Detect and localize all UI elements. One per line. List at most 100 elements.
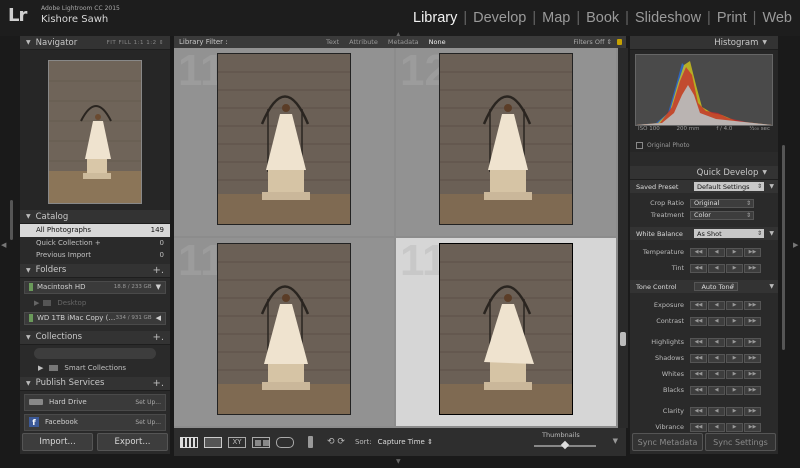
add-publish-service-icon[interactable]: +.	[152, 378, 164, 389]
crop-ratio-dropdown[interactable]: Original	[690, 198, 754, 208]
vibrance-stepper[interactable]: ◀◀ ◀ ▶ ▶▶	[690, 422, 762, 432]
thumbnail-size-slider[interactable]	[534, 440, 596, 450]
expand-icon[interactable]: ▶	[34, 299, 39, 307]
whites-stepper[interactable]: ◀◀ ◀ ▶ ▶▶	[690, 369, 762, 379]
expand-icon[interactable]: ▼	[156, 283, 161, 291]
saved-preset-dropdown[interactable]: Default Settings	[694, 182, 764, 191]
export-button[interactable]: Export...	[97, 433, 168, 451]
navigator-thumbnail[interactable]	[48, 60, 142, 204]
expand-icon[interactable]: ◀	[156, 314, 161, 322]
left-panel-toggle-icon[interactable]: ◀	[1, 241, 6, 249]
collection-smart-collections[interactable]: ▶ Smart Collections	[20, 362, 170, 374]
module-develop[interactable]: Develop	[471, 10, 528, 26]
sort-dropdown[interactable]: Capture Time ⇕	[378, 438, 433, 446]
module-web[interactable]: Web	[760, 10, 794, 26]
toolbar-options-icon[interactable]: ▼	[613, 437, 618, 445]
filter-text[interactable]: Text	[326, 38, 339, 46]
vibrance-label: Vibrance	[655, 423, 684, 431]
photo-thumbnail[interactable]	[217, 243, 351, 415]
module-map[interactable]: Map	[540, 10, 572, 26]
grid-cell[interactable]: 11	[174, 48, 394, 236]
spray-can-icon[interactable]	[308, 436, 313, 448]
navigator-zoom-options[interactable]: FIT FILL 1:1 1:2 ⇕	[107, 40, 164, 46]
catalog-item-previous-import[interactable]: Previous Import 0	[20, 249, 170, 262]
setup-link[interactable]: Set Up...	[135, 419, 161, 426]
lock-icon[interactable]	[617, 39, 622, 45]
catalog-item-count: 149	[150, 226, 164, 235]
catalog-header[interactable]: ▼ Catalog	[20, 210, 170, 224]
folders-header[interactable]: ▼ Folders +.	[20, 263, 170, 278]
tint-row: Tint ◀◀ ◀ ▶ ▶▶	[630, 262, 778, 274]
right-panel-scrollbar[interactable]	[782, 145, 785, 350]
collections-search-input[interactable]	[34, 347, 156, 359]
blacks-stepper[interactable]: ◀◀ ◀ ▶ ▶▶	[690, 385, 762, 395]
folder-drive-macintosh-hd[interactable]: Macintosh HD 18.8 / 233 GB ▼	[24, 280, 166, 294]
quick-develop-header[interactable]: Quick Develop ▼	[630, 166, 778, 180]
publish-facebook[interactable]: f Facebook Set Up...	[24, 413, 166, 431]
left-panel-edge[interactable]: ◀	[0, 36, 8, 454]
filter-metadata[interactable]: Metadata	[388, 38, 419, 46]
highlights-stepper[interactable]: ◀◀ ◀ ▶ ▶▶	[690, 337, 762, 347]
add-collection-icon[interactable]: +.	[152, 332, 164, 343]
filmstrip-toggle-icon[interactable]: ▼	[396, 458, 401, 465]
catalog-item-all-photographs[interactable]: All Photographs 149	[20, 224, 170, 237]
rotate-icon[interactable]: ⟲ ⟳	[327, 437, 345, 447]
clarity-stepper[interactable]: ◀◀ ◀ ▶ ▶▶	[690, 406, 762, 416]
left-panel-scrollbar[interactable]	[10, 200, 13, 240]
sync-settings-button[interactable]: Sync Settings	[705, 433, 776, 451]
folder-drive-wd[interactable]: WD 1TB iMac Copy (… 334 / 931 GB ◀	[24, 311, 166, 325]
filter-attribute[interactable]: Attribute	[349, 38, 378, 46]
collapse-icon[interactable]: ▼	[769, 230, 774, 237]
treatment-dropdown[interactable]: Color	[690, 210, 754, 220]
shadows-stepper[interactable]: ◀◀ ◀ ▶ ▶▶	[690, 353, 762, 363]
temperature-stepper[interactable]: ◀◀ ◀ ▶ ▶▶	[690, 247, 762, 257]
navigator-header[interactable]: ▼ Navigator FIT FILL 1:1 1:2 ⇕	[20, 36, 170, 50]
module-library[interactable]: Library	[411, 10, 459, 26]
original-photo-checkbox[interactable]	[636, 142, 643, 149]
grid-scrollbar[interactable]	[618, 48, 628, 428]
grid-view-icon[interactable]	[180, 436, 198, 448]
people-view-icon[interactable]	[276, 436, 294, 448]
setup-link[interactable]: Set Up...	[135, 399, 161, 406]
publish-hard-drive[interactable]: Hard Drive Set Up...	[24, 393, 166, 411]
exposure-stepper[interactable]: ◀◀ ◀ ▶ ▶▶	[690, 300, 762, 310]
right-panel-toggle-icon[interactable]: ▶	[793, 241, 798, 249]
right-panel-edge[interactable]: ▶	[792, 36, 800, 454]
contrast-stepper[interactable]: ◀◀ ◀ ▶ ▶▶	[690, 316, 762, 326]
collapse-icon[interactable]: ▼	[769, 283, 774, 290]
grid-cell-selected[interactable]: 110	[396, 238, 616, 426]
publish-services-header[interactable]: ▼ Publish Services +.	[20, 376, 170, 391]
histogram[interactable]: ISO 100 200 mm f / 4.0 ¹⁄₂₀₀ sec	[630, 50, 778, 140]
slider-knob[interactable]	[560, 440, 570, 450]
collapse-icon[interactable]: ▼	[769, 183, 774, 190]
module-print[interactable]: Print	[715, 10, 749, 26]
auto-tone-button[interactable]: Auto Tone	[694, 282, 738, 291]
thumbnail-grid[interactable]: 11 12 11 110	[174, 48, 618, 428]
add-folder-icon[interactable]: +.	[152, 265, 164, 276]
grid-cell[interactable]: 11	[174, 238, 394, 426]
navigator-preview[interactable]	[20, 50, 170, 210]
filter-preset-dropdown[interactable]: Filters Off ⇕	[573, 38, 612, 46]
tint-stepper[interactable]: ◀◀ ◀ ▶ ▶▶	[690, 263, 762, 273]
module-book[interactable]: Book	[584, 10, 621, 26]
import-button[interactable]: Import...	[22, 433, 93, 451]
expand-icon[interactable]: ▶	[38, 364, 43, 372]
compare-view-icon[interactable]: XY	[228, 436, 246, 448]
loupe-view-icon[interactable]	[204, 436, 222, 448]
library-filter-label: Library Filter :	[179, 38, 228, 46]
photo-thumbnail[interactable]	[439, 243, 573, 415]
catalog-item-quick-collection[interactable]: Quick Collection + 0	[20, 237, 170, 250]
grid-cell[interactable]: 12	[396, 48, 616, 236]
sync-metadata-button[interactable]: Sync Metadata	[632, 433, 703, 451]
photo-thumbnail[interactable]	[217, 53, 351, 225]
module-slideshow[interactable]: Slideshow	[633, 10, 703, 26]
drive-status-icon	[29, 314, 33, 322]
filter-none[interactable]: None	[429, 38, 446, 46]
histogram-header[interactable]: Histogram ▼	[630, 36, 778, 50]
photo-thumbnail[interactable]	[439, 53, 573, 225]
white-balance-dropdown[interactable]: As Shot	[694, 229, 764, 238]
survey-view-icon[interactable]	[252, 436, 270, 448]
collections-header[interactable]: ▼ Collections +.	[20, 330, 170, 345]
folder-desktop[interactable]: ▶ Desktop	[20, 297, 170, 309]
grid-scroll-thumb[interactable]	[620, 332, 626, 346]
